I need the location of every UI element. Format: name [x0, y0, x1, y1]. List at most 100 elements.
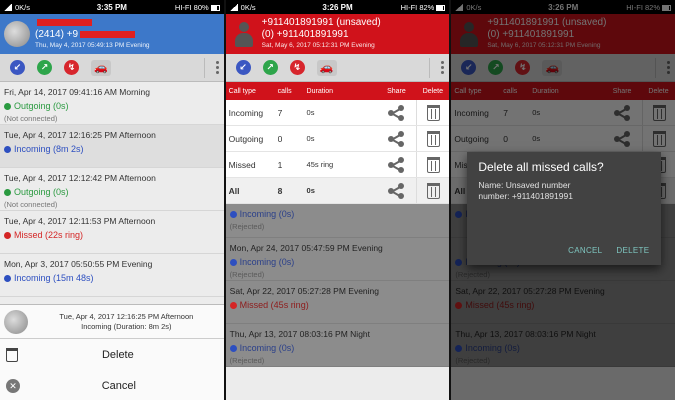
entry-date: Tue, Apr 4, 2017 12:16:25 PM Afternoon: [4, 130, 156, 140]
share-button[interactable]: [602, 104, 642, 121]
entry-status: (Rejected): [229, 270, 265, 279]
entry-status: (Not connected): [4, 200, 58, 209]
stats-table: Call type calls Duration Share Delete In…: [225, 82, 450, 204]
redaction-mark: [37, 18, 92, 26]
list-item[interactable]: Mon, Apr 3, 2017 05:50:55 PM Evening Inc…: [0, 254, 224, 297]
overflow-menu-icon[interactable]: [203, 57, 220, 78]
car-icon[interactable]: 🚗: [91, 59, 111, 76]
entry-date: Mon, Apr 3, 2017 05:50:55 PM Evening: [4, 259, 153, 269]
contact-header: (2414) +9 Thu, May 4, 2017 05:49:13 PM E…: [0, 14, 224, 54]
list-item[interactable]: Tue, Apr 4, 2017 12:11:53 PM Afternoon M…: [0, 211, 224, 254]
table-row: Outgoing 0 0s: [225, 126, 450, 152]
share-icon: [614, 104, 631, 121]
list-item[interactable]: Incoming (0s) (Rejected): [225, 204, 450, 238]
entry-kind: Incoming (0s): [229, 341, 446, 355]
col-call-type: Call type: [228, 87, 256, 95]
delete-button[interactable]: [642, 100, 675, 125]
signal-icon: [4, 3, 12, 11]
status-right: HI-FI 80%: [174, 2, 209, 12]
entry-status: (Not connected): [4, 114, 58, 123]
car-icon[interactable]: 🚗: [316, 59, 337, 76]
list-item[interactable]: Mon, Apr 24, 2017 05:47:59 PM Evening In…: [225, 238, 450, 281]
share-icon: [388, 156, 405, 173]
contact-avatar[interactable]: [459, 20, 479, 48]
overflow-menu-icon[interactable]: [429, 57, 445, 78]
outgoing-icon: [4, 188, 11, 196]
missed-filter-icon[interactable]: [515, 60, 531, 75]
entry-kind: Incoming (0s): [455, 341, 671, 355]
missed-filter-icon[interactable]: [64, 60, 79, 75]
contact-photo[interactable]: [4, 21, 30, 47]
share-button[interactable]: [376, 182, 416, 199]
col-duration: Duration: [306, 87, 334, 95]
status-bar: 0K/s 3:35 PM HI-FI 80%: [0, 0, 224, 14]
list-item[interactable]: Sat, Apr 22, 2017 05:27:28 PM Evening Mi…: [451, 281, 675, 324]
table-row-total: All 8 0s: [225, 178, 450, 204]
share-button[interactable]: [602, 130, 642, 147]
trash-icon: [426, 130, 440, 147]
trash-icon: [426, 104, 440, 121]
call-log-list: Incoming (0s) (Rejected) Mon, Apr 24, 20…: [225, 204, 450, 367]
delete-button[interactable]: [642, 126, 675, 151]
dialog-cancel-button[interactable]: CANCEL: [568, 246, 602, 255]
entry-date: Fri, Apr 14, 2017 09:41:16 AM Morning: [4, 87, 151, 97]
list-item[interactable]: Tue, Apr 4, 2017 12:16:25 PM Afternoon I…: [0, 125, 224, 168]
entry-date: Thu, Apr 13, 2017 08:03:16 PM Night: [455, 329, 596, 339]
outgoing-filter-icon[interactable]: [37, 60, 52, 75]
close-icon: ✕: [6, 378, 20, 393]
battery-icon: [210, 4, 220, 11]
trash-icon: [426, 182, 440, 199]
trash-icon: [652, 104, 666, 121]
data-rate: 0K/s: [240, 2, 256, 12]
incoming-icon: [229, 210, 237, 218]
cancel-button[interactable]: ✕ Cancel: [0, 370, 224, 400]
overflow-menu-icon[interactable]: [655, 57, 671, 78]
contact-header: +911401891991 (unsaved) (0) +91140189199…: [225, 14, 450, 54]
delete-button[interactable]: [416, 100, 449, 125]
filter-toolbar: 🚗: [451, 54, 675, 82]
share-button[interactable]: [376, 104, 416, 121]
status-time: 3:35 PM: [96, 2, 127, 12]
dialog-title: Delete all missed calls?: [478, 160, 604, 174]
entry-status: (Rejected): [229, 356, 265, 365]
col-delete: Delete: [422, 87, 443, 95]
incoming-icon: [455, 258, 463, 266]
share-icon: [388, 130, 405, 147]
list-item[interactable]: Thu, Apr 13, 2017 08:03:16 PM Night Inco…: [225, 324, 450, 367]
dialog-delete-button[interactable]: DELETE: [616, 246, 649, 255]
delete-button[interactable]: [416, 178, 449, 203]
outgoing-filter-icon[interactable]: [488, 60, 504, 75]
contact-avatar[interactable]: [234, 20, 254, 48]
table-header: Call type calls Duration Share Delete: [451, 82, 675, 100]
delete-button[interactable]: Delete: [0, 339, 224, 370]
incoming-filter-icon[interactable]: [461, 60, 477, 75]
delete-button[interactable]: [416, 126, 449, 151]
share-button[interactable]: [376, 156, 416, 173]
status-right: HI-FI 82%: [400, 2, 435, 12]
missed-filter-icon[interactable]: [289, 60, 305, 75]
incoming-filter-icon[interactable]: [235, 60, 251, 75]
signal-icon: [229, 3, 238, 11]
col-calls: calls: [277, 87, 292, 95]
car-icon[interactable]: 🚗: [542, 59, 563, 76]
col-delete: Delete: [648, 87, 669, 95]
share-button[interactable]: [376, 130, 416, 147]
col-share: Share: [612, 87, 632, 95]
entry-kind: Missed (45s ring): [455, 298, 671, 312]
outgoing-filter-icon[interactable]: [262, 60, 278, 75]
entry-kind: Incoming (0s): [229, 255, 446, 269]
contact-number: (2414) +9: [35, 29, 150, 41]
entry-status: (Rejected): [455, 270, 490, 279]
sheet-call-detail: Incoming (Duration: 8m 2s): [81, 321, 172, 331]
table-row: Missed 1 45s ring: [225, 152, 450, 178]
list-item[interactable]: Tue, Apr 4, 2017 12:12:42 PM Afternoon O…: [0, 168, 224, 211]
list-item[interactable]: Fri, Apr 14, 2017 09:41:16 AM Morning Ou…: [0, 82, 224, 125]
confirm-dialog: Delete all missed calls? Name: Unsaved n…: [467, 152, 662, 265]
incoming-filter-icon[interactable]: [10, 60, 25, 75]
delete-button[interactable]: [416, 152, 449, 177]
share-icon: [614, 130, 631, 147]
contact-name: +911401891991 (unsaved): [261, 17, 381, 28]
list-item[interactable]: Thu, Apr 13, 2017 08:03:16 PM Night Inco…: [451, 324, 675, 367]
contact-name: [35, 17, 150, 29]
list-item[interactable]: Sat, Apr 22, 2017 05:27:28 PM Evening Mi…: [225, 281, 450, 324]
